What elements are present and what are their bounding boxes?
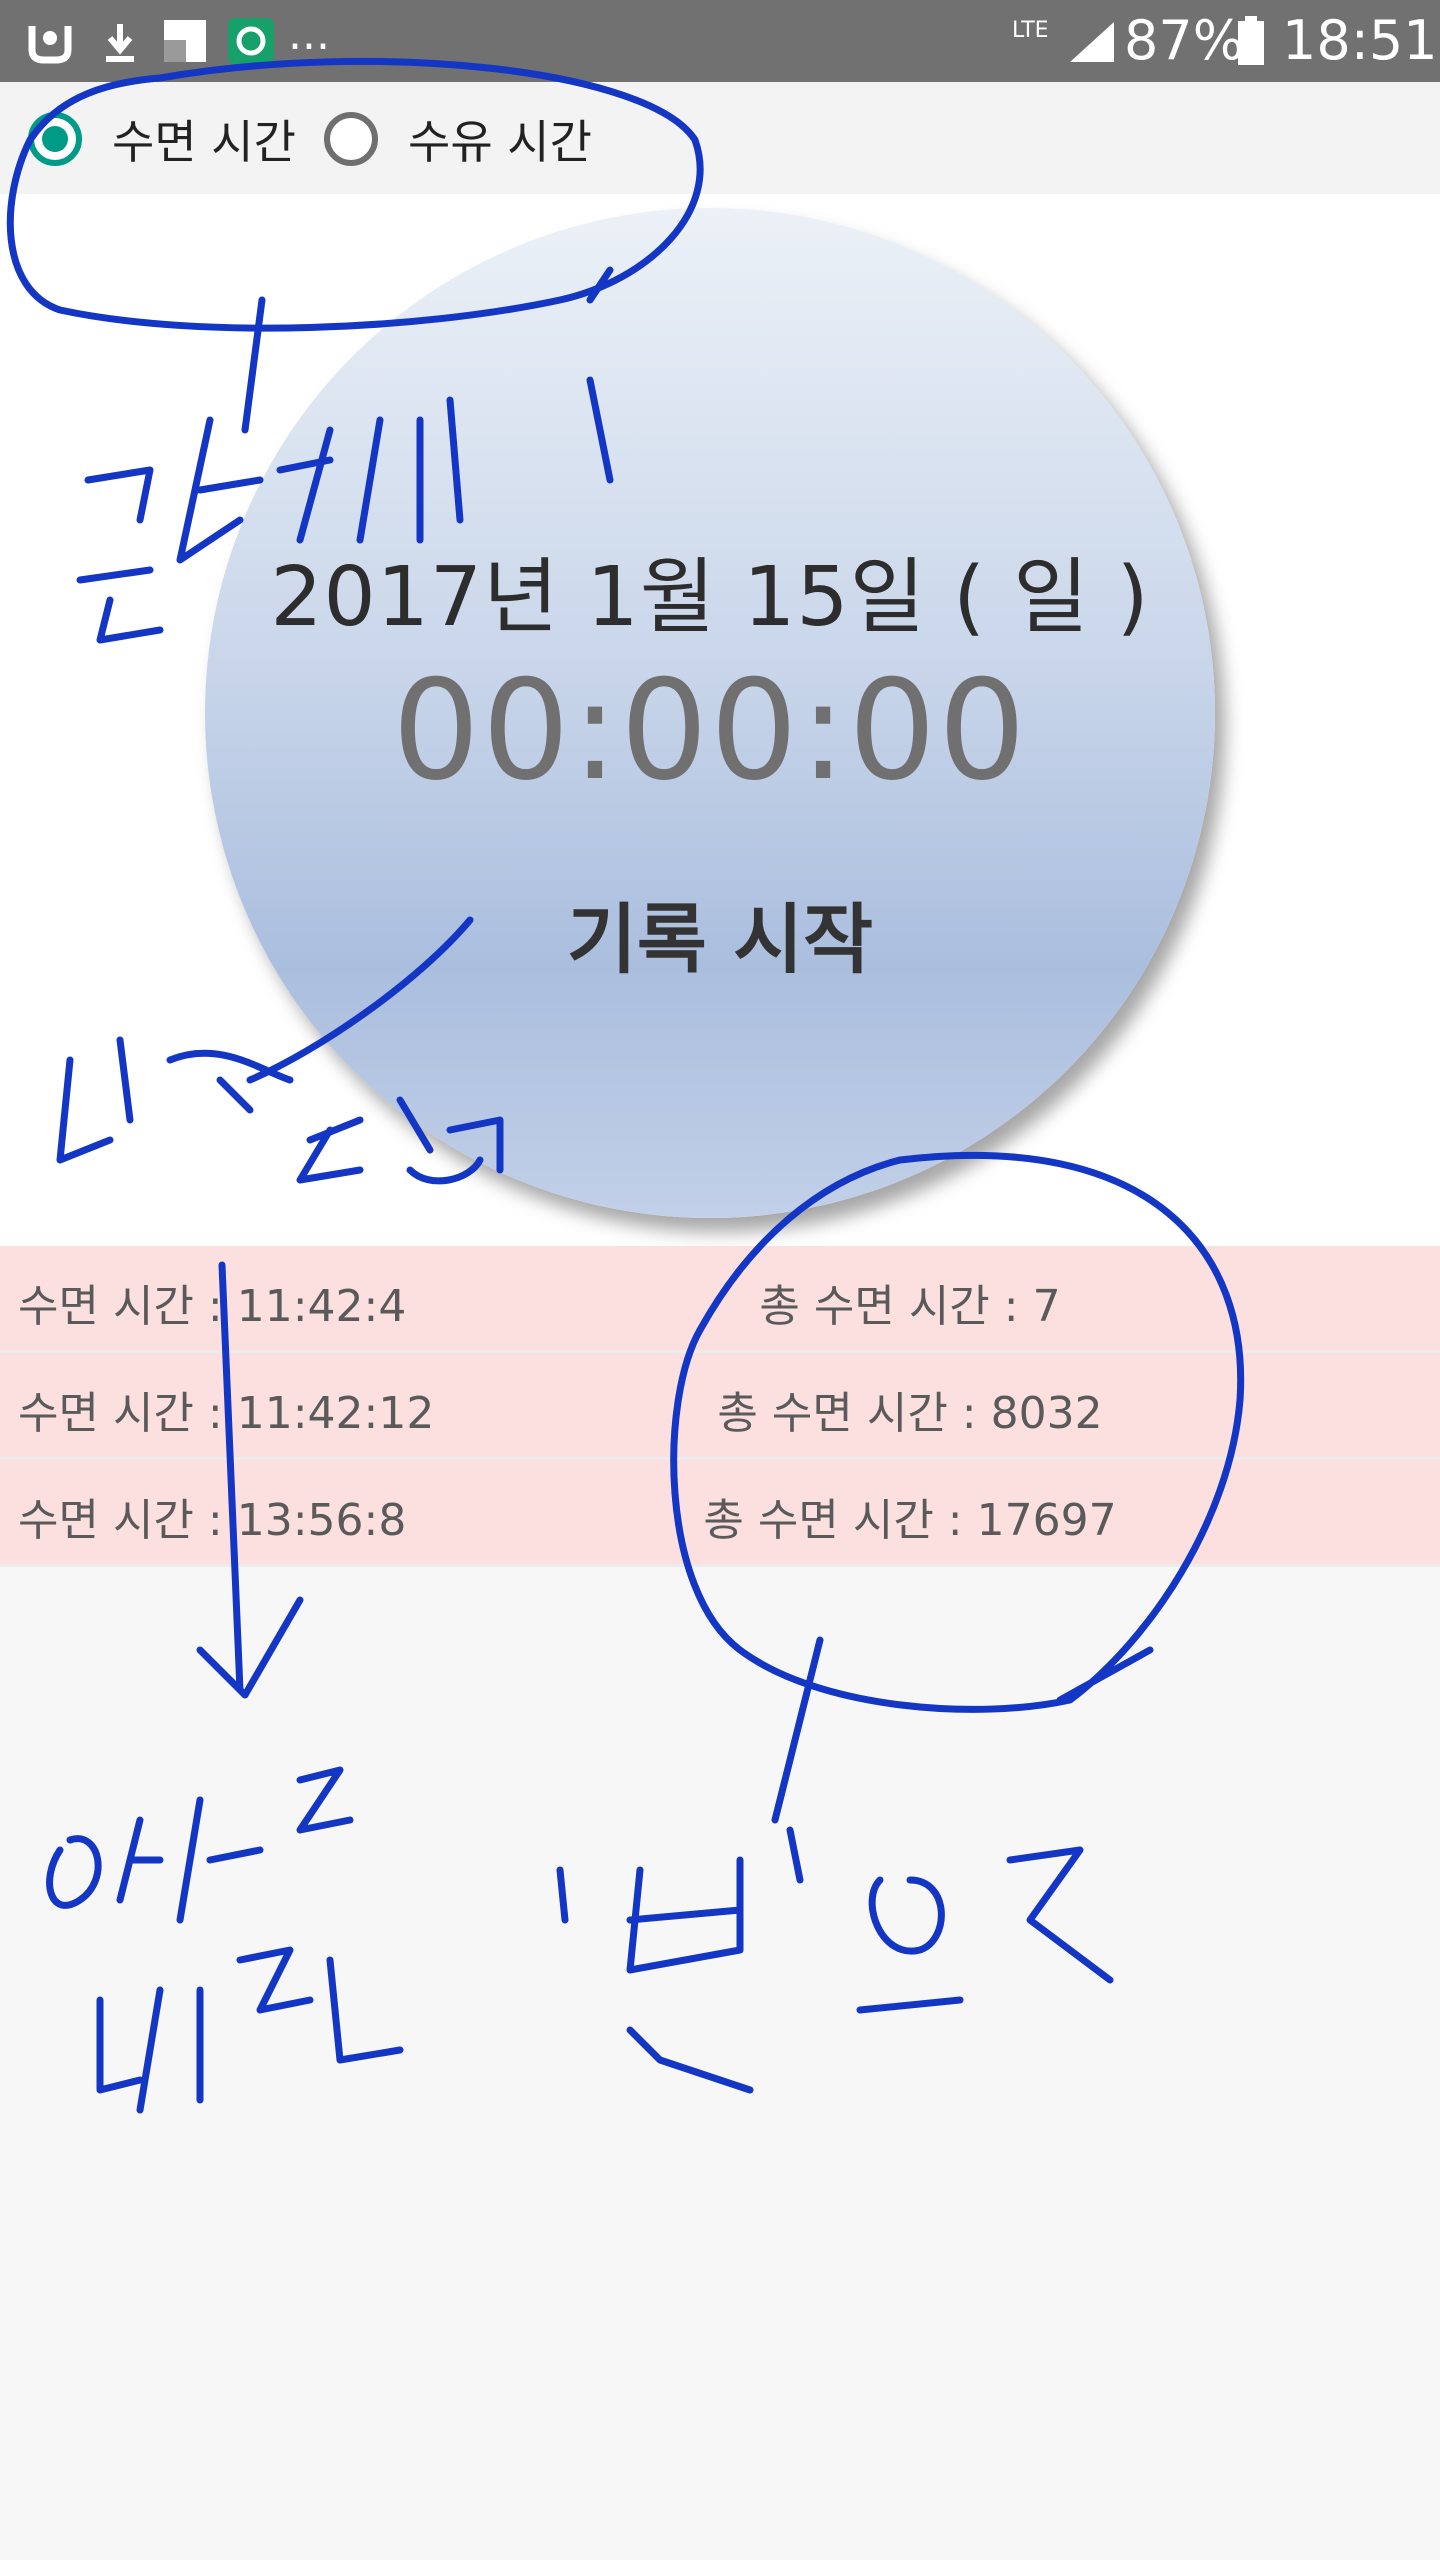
ink-pointer-minutes	[771, 1636, 824, 1824]
record-time: 수면 시간 : 13:56:8	[18, 1495, 407, 1546]
radio-label-feeding: 수유 시간	[408, 115, 592, 169]
signal-icon	[1070, 22, 1114, 62]
app-logo-icon	[28, 26, 72, 64]
elapsed-timer: 00:00:00	[392, 650, 1028, 811]
record-list: 수면 시간 : 11:42:4 총 수면 시간 : 7 수면 시간 : 11:4…	[0, 1246, 1440, 1567]
battery-percent: 87%	[1124, 9, 1245, 72]
list-item[interactable]: 수면 시간 : 11:42:12 총 수면 시간 : 8032	[0, 1353, 1440, 1460]
radio-sleep-time[interactable]: 수면 시간	[28, 104, 296, 174]
date-label: 2017년 1월 15일 ( 일 )	[270, 550, 1150, 645]
camera-app-icon	[228, 18, 274, 64]
more-notifications: ...	[288, 9, 330, 60]
mode-selector: 수면 시간 수유 시간	[0, 82, 1440, 194]
record-time: 수면 시간 : 11:42:12	[18, 1388, 435, 1439]
record-total: 총 수면 시간 : 17697	[703, 1495, 1117, 1546]
download-icon	[106, 24, 134, 62]
radio-button-unchecked[interactable]	[324, 112, 378, 166]
list-item[interactable]: 수면 시간 : 11:42:4 총 수면 시간 : 7	[0, 1246, 1440, 1353]
status-bar: ... LTE 87% 18:51	[0, 0, 1440, 82]
ink-note-minutes	[556, 1826, 1114, 2094]
battery-icon	[1238, 16, 1264, 65]
radio-feeding-time[interactable]: 수유 시간	[324, 104, 592, 174]
list-item[interactable]: 수면 시간 : 13:56:8 총 수면 시간 : 17697	[0, 1460, 1440, 1567]
radio-label-sleep: 수면 시간	[112, 115, 296, 169]
start-record-button[interactable]: 기록 시작	[520, 880, 920, 1000]
radio-button-checked[interactable]	[28, 112, 82, 166]
clock: 18:51	[1282, 9, 1438, 72]
record-total: 총 수면 시간 : 7	[759, 1281, 1061, 1332]
record-time: 수면 시간 : 11:42:4	[18, 1281, 407, 1332]
notification-icon	[164, 20, 206, 62]
record-total: 총 수면 시간 : 8032	[717, 1388, 1103, 1439]
ink-note-scroll-down	[46, 1766, 404, 2114]
network-type: LTE	[1012, 18, 1049, 43]
